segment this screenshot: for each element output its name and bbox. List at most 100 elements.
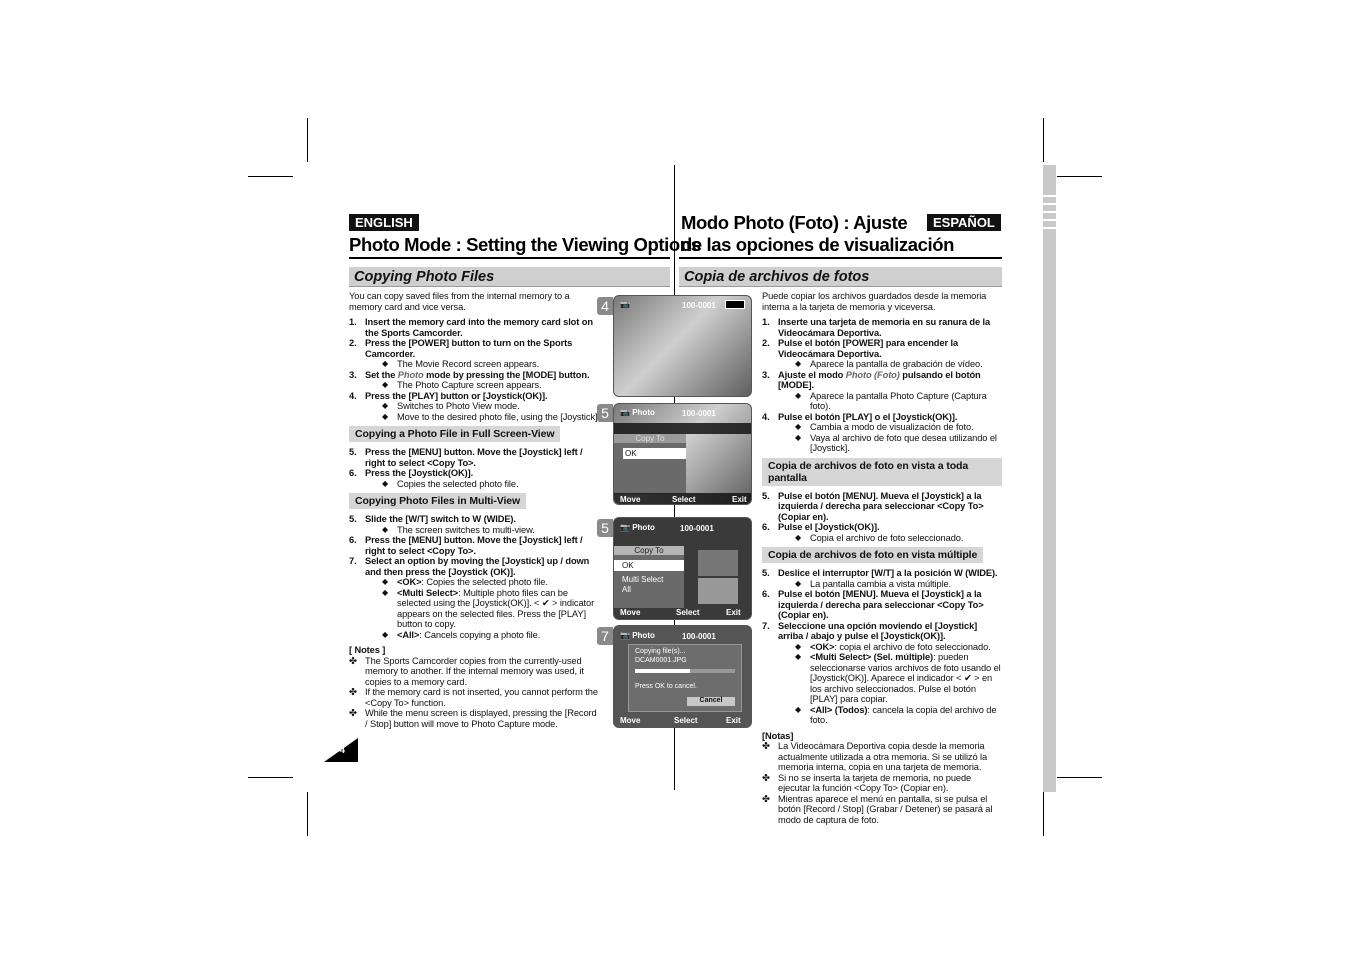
cancel-button[interactable]: Cancel: [687, 697, 735, 706]
strip-notch: [1043, 219, 1056, 221]
text-segment: Copia el archivo de foto seleccionado.: [810, 532, 964, 543]
step-result: ◆ The Photo Capture screen appears.: [365, 380, 601, 391]
step-item: 5. Press the [MENU] button. Move the [Joy…: [349, 447, 601, 468]
text-segment: Press the [MENU] button. Move the [Joyst…: [365, 447, 583, 468]
english-body: You can copy saved files from the intern…: [349, 291, 601, 729]
menu-title: Copy To: [614, 434, 686, 443]
text-segment: Select an option by moving the [Joystick…: [365, 556, 590, 577]
camera-icon: 📷: [620, 631, 630, 640]
step-result: ◆ Move to the desired photo file, using t…: [365, 412, 601, 423]
text-segment: Press the [PLAY] button or [Joystick(OK)…: [365, 390, 548, 401]
side-tab-strip: [1043, 165, 1056, 792]
menu-option-multi-select[interactable]: Multi Select: [614, 571, 684, 584]
text-segment: [ Notes ]: [349, 645, 386, 655]
title-rule: [679, 257, 1002, 259]
text-segment: Insert the memory card into the memory c…: [365, 317, 593, 338]
page-title-spanish-line1: Modo Photo (Foto) : Ajuste: [681, 212, 908, 233]
file-number: 100-0001: [682, 409, 716, 418]
subsection-heading: Copia de archivos de foto en vista a tod…: [762, 454, 1002, 491]
crop-mark: [1057, 176, 1102, 177]
text-segment: : Cancels copying a photo file.: [419, 629, 541, 640]
diamond-bullet-icon: ◆: [795, 422, 802, 431]
crop-mark: [248, 176, 293, 177]
diamond-bullet-icon: ◆: [382, 587, 389, 597]
diamond-bullet-icon: ◆: [382, 629, 389, 639]
strip-notch: [1043, 203, 1056, 205]
language-badge-spanish: ESPAÑOL: [927, 214, 1001, 231]
step-result: ◆ <OK>: Copies the selected photo file.: [365, 577, 601, 588]
camera-icon: 📷: [620, 523, 630, 532]
intro-paragraph: You can copy saved files from the intern…: [349, 291, 601, 312]
thumbnail: [698, 578, 738, 604]
text-segment: Pulse el botón [MENU]. Mueva el [Joystic…: [778, 490, 984, 522]
step-number: 7.: [762, 620, 770, 631]
step-number: 2.: [349, 338, 357, 348]
note-item: ✤ Si no se inserta la tarjeta de memoria,…: [762, 773, 1002, 794]
page-title-spanish-line2: de las opciones de visualización: [681, 234, 955, 255]
strip-notch: [1043, 211, 1056, 213]
intro-paragraph: Puede copiar los archivos guardados desd…: [762, 291, 1002, 312]
text-segment: Mientras aparece el menú en pantalla, si…: [778, 793, 993, 825]
hint-exit: Exit: [726, 608, 741, 617]
hint-move: Move: [620, 495, 641, 504]
step-result: ◆ <All> (Todos): cancela la copia del arc…: [778, 705, 1002, 726]
step-item: 5. Pulse el botón [MENU]. Mueva el [Joyst…: [762, 491, 1002, 523]
diamond-bullet-icon: ◆: [795, 432, 802, 442]
subsection-heading: Copia de archivos de foto en vista múlti…: [762, 543, 1002, 568]
hint-select: Select: [674, 716, 698, 725]
step-number: 4: [597, 297, 613, 315]
step-number: 3.: [349, 369, 357, 380]
step-result: ◆ <OK>: copia el archivo de foto seleccio…: [778, 642, 1002, 653]
text-segment: Pulse el botón [POWER] para encender la …: [778, 338, 959, 359]
step-number: 4.: [349, 390, 357, 401]
step-result: ◆ The Movie Record screen appears.: [365, 359, 601, 370]
spanish-body: Puede copiar los archivos guardados desd…: [762, 291, 1002, 825]
step-item: 1. Inserte una tarjeta de memoria en su r…: [762, 317, 1002, 338]
menu-panel: Copy To OK Multi Select All: [614, 546, 684, 608]
hint-select: Select: [672, 495, 696, 504]
text-segment: Move to the desired photo file, using th…: [397, 411, 600, 422]
menu-option-ok[interactable]: OK: [614, 560, 684, 571]
notes-heading: [ Notes ]: [349, 645, 601, 656]
note-bullet-icon: ✤: [349, 687, 357, 697]
step-result: ◆ Copies the selected photo file.: [365, 479, 601, 490]
battery-icon: [725, 300, 745, 309]
subsection-label: Copia de archivos de foto en vista a tod…: [762, 457, 1002, 486]
note-bullet-icon: ✤: [349, 655, 357, 666]
subsection-label: Copying a Photo File in Full Screen-View: [349, 426, 561, 442]
text-segment: : Copies the selected photo file.: [421, 577, 548, 587]
note-bullet-icon: ✤: [762, 772, 770, 783]
step-number: 6.: [349, 535, 357, 545]
step-item: 4. Press the [PLAY] button or [Joystick(O…: [349, 391, 601, 423]
hint-select: Select: [676, 608, 700, 617]
text-segment: Pulse el botón [MENU]. Mueva el [Joystic…: [778, 589, 984, 620]
step-number: 5: [597, 404, 613, 422]
language-badge-english: ENGLISH: [349, 214, 419, 231]
note-item: ✤ La Videocámara Deportiva copia desde la…: [762, 741, 1002, 773]
step-item: 2. Pulse el botón [POWER] para encender l…: [762, 338, 1002, 370]
file-number: 100-0001: [680, 524, 714, 533]
menu-option-ok[interactable]: OK: [623, 448, 686, 459]
text-segment: [Notas]: [762, 730, 794, 741]
diamond-bullet-icon: ◆: [382, 411, 389, 421]
subsection-label: Copia de archivos de foto en vista múlti…: [762, 547, 984, 563]
step-result: ◆ Aparece la pantalla Photo Capture (Capt…: [778, 391, 1002, 412]
text-segment: La Videocámara Deportiva copia desde la …: [778, 741, 988, 772]
text-segment: The Photo Capture screen appears.: [397, 380, 542, 390]
text-segment: Si no se inserta la tarjeta de memoria, …: [778, 772, 972, 794]
step-result: ◆ The screen switches to multi-view.: [365, 525, 601, 536]
subsection-heading: Copying a Photo File in Full Screen-View: [349, 422, 601, 447]
menu-option-all[interactable]: All: [614, 584, 684, 595]
step-result: ◆ Vaya al archivo de foto que desea utili…: [778, 433, 1002, 454]
text-segment: Vaya al archivo de foto que desea utiliz…: [810, 432, 997, 454]
text-segment: Aparece la pantalla Photo Capture (Captu…: [810, 390, 987, 412]
text-segment: Inserte una tarjeta de memoria en su ran…: [778, 317, 991, 338]
diamond-bullet-icon: ◆: [382, 478, 389, 488]
step-item: 6. Pulse el botón [MENU]. Mueva el [Joyst…: [762, 589, 1002, 621]
text-segment: The screen switches to multi-view.: [397, 524, 535, 535]
subsection-label: Copying Photo Files in Multi-View: [349, 493, 527, 509]
text-segment: <OK>: [810, 641, 835, 652]
menu-title: Copy To: [614, 546, 684, 555]
text-segment: Aparece la pantalla de grabación de víde…: [810, 359, 983, 369]
step-number: 1.: [349, 317, 357, 327]
